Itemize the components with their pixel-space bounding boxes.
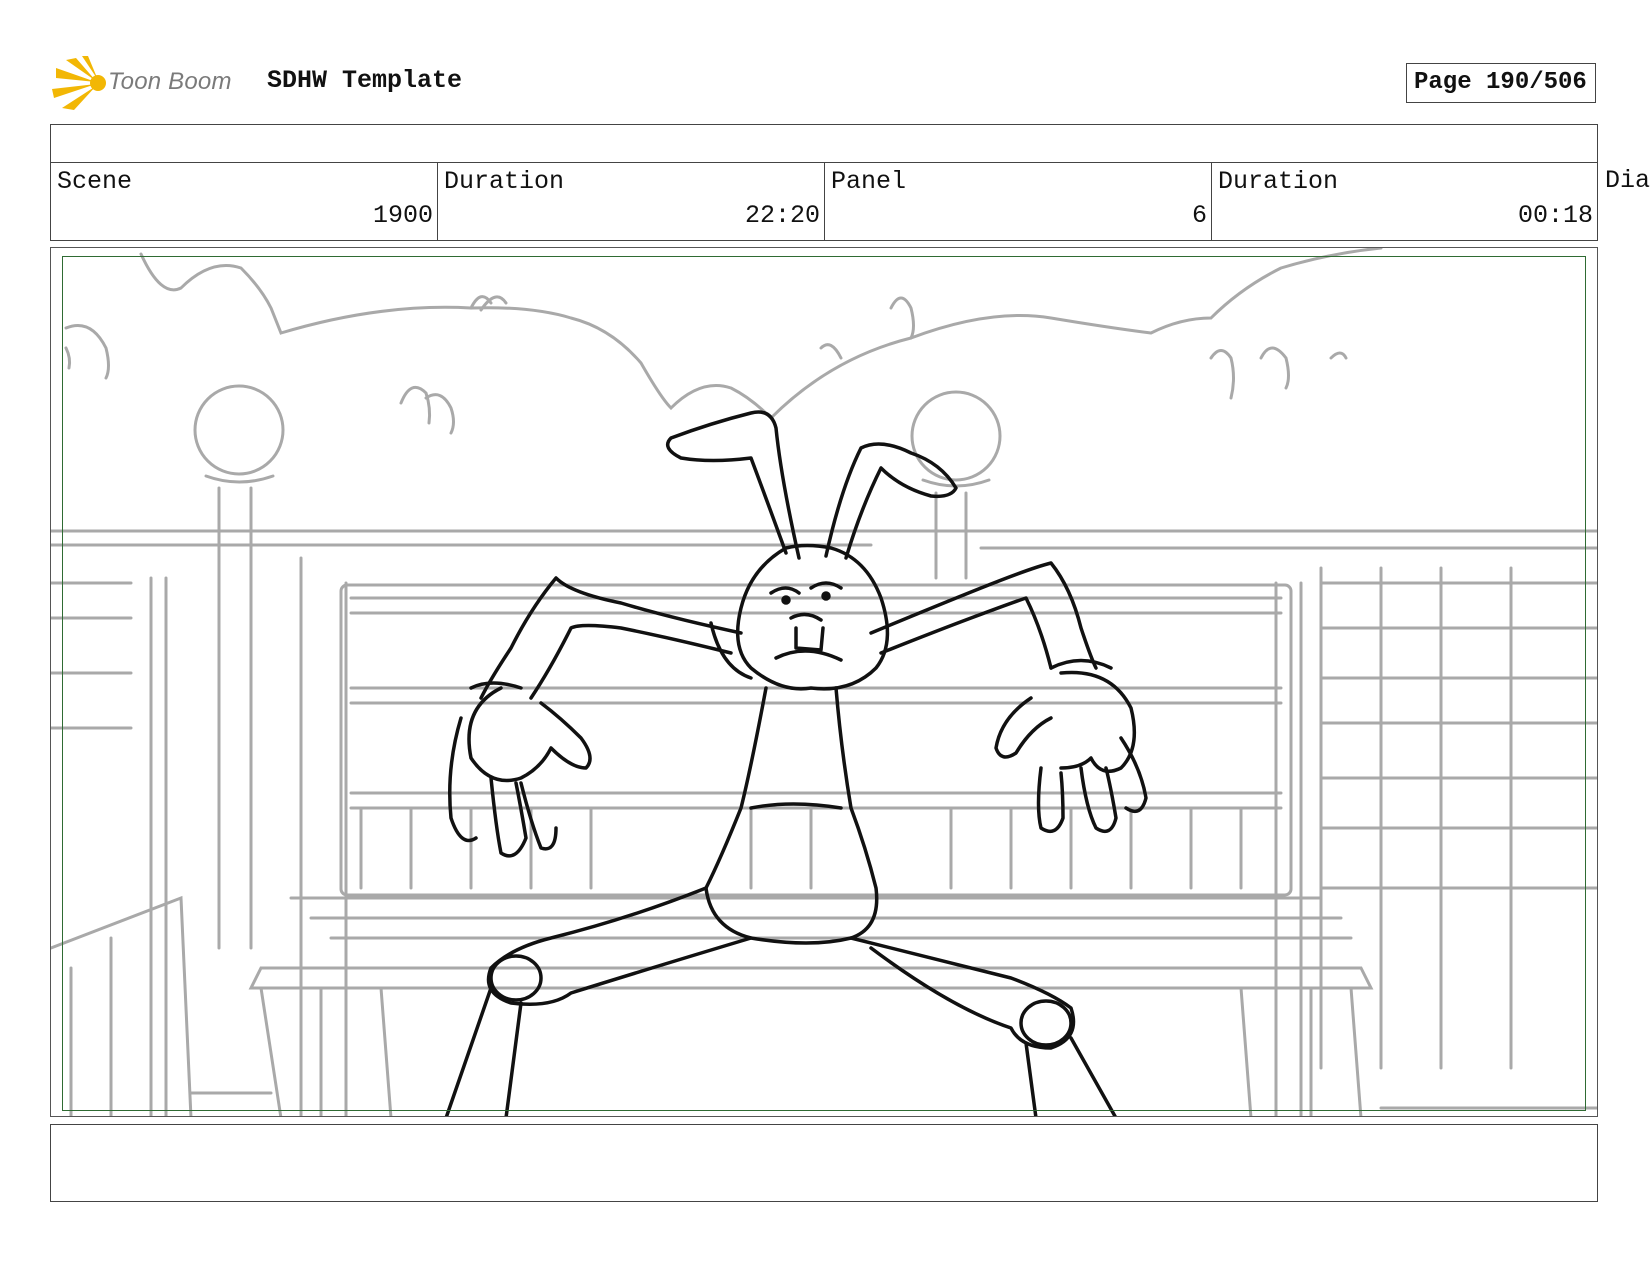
panel-duration-label: Duration xyxy=(1218,167,1339,196)
logo-text: Toon Boom xyxy=(108,68,232,95)
panel-duration-cell: Duration 00:18 xyxy=(1211,162,1598,241)
scene-label: Scene xyxy=(57,167,133,196)
panel-value: 6 xyxy=(1191,201,1207,230)
caption-box xyxy=(50,1124,1598,1202)
dialogue-label: Dia xyxy=(1605,166,1650,195)
safe-frame xyxy=(62,256,1586,1111)
page-number: Page 190/506 xyxy=(1406,63,1596,103)
scene-cell: Scene 1900 xyxy=(50,162,438,241)
panel-label: Panel xyxy=(831,167,907,196)
scene-duration-cell: Duration 22:20 xyxy=(437,162,825,241)
panel-cell: Panel 6 xyxy=(824,162,1212,241)
toon-boom-logo-icon xyxy=(52,56,106,110)
scene-value: 1900 xyxy=(372,201,433,230)
sequence-bar xyxy=(50,124,1598,163)
scene-duration-value: 22:20 xyxy=(744,201,820,230)
document-title: SDHW Template xyxy=(267,66,463,95)
panel-duration-value: 00:18 xyxy=(1517,201,1593,230)
toon-boom-logo: Toon Boom xyxy=(52,56,252,112)
scene-duration-label: Duration xyxy=(444,167,565,196)
storyboard-panel xyxy=(50,247,1598,1117)
panel-info-row: Scene 1900 Duration 22:20 Panel 6 Durati… xyxy=(50,162,1650,241)
